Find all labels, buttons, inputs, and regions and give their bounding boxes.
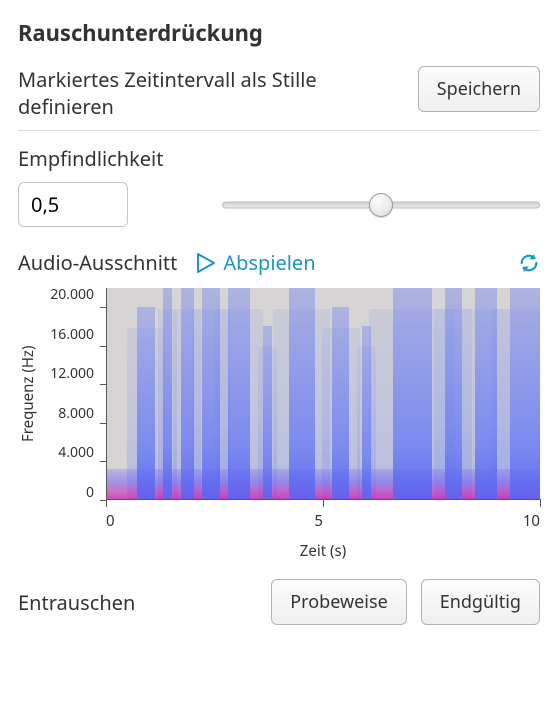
- y-axis-label: Frequenz (Hz): [18, 288, 38, 500]
- audio-clip-label: Audio-Ausschnitt: [18, 249, 177, 276]
- spectrogram-event: [475, 288, 497, 499]
- spectrogram-low-band: [107, 469, 540, 499]
- spectrogram-event: [228, 288, 250, 499]
- denoise-label: Entrauschen: [18, 589, 135, 616]
- spectrogram-event: [202, 288, 219, 499]
- panel-title: Rauschunterdrückung: [18, 18, 540, 48]
- preview-denoise-button[interactable]: Probeweise: [271, 579, 406, 625]
- x-tick-label: 5: [314, 511, 323, 531]
- noise-reduction-panel: Rauschunterdrückung Markiertes Zeitinter…: [0, 0, 558, 706]
- x-axis-ticks: 0 5 10: [106, 511, 540, 531]
- denoise-row: Entrauschen Probeweise Endgültig: [18, 579, 540, 625]
- slider-thumb[interactable]: [369, 193, 393, 217]
- sensitivity-input[interactable]: [18, 182, 128, 227]
- spectrogram-chart: Frequenz (Hz) 20.000 16.000 12.000 8.000 4.0…: [18, 288, 540, 561]
- sensitivity-slider[interactable]: [222, 193, 540, 217]
- spectrogram-event: [510, 288, 540, 499]
- y-axis-ticks: 20.000 16.000 12.000 8.000 4.000 0: [40, 288, 100, 500]
- y-tick-label: 8.000: [58, 407, 94, 421]
- play-button[interactable]: Abspielen: [197, 249, 315, 276]
- audio-clip-row: Audio-Ausschnitt Abspielen: [18, 249, 540, 276]
- spectrogram-event: [181, 288, 194, 499]
- spectrogram-event: [445, 288, 462, 499]
- spectrogram-event: [289, 288, 315, 499]
- x-tick-label: 0: [106, 511, 115, 531]
- y-tick-label: 12.000: [50, 367, 94, 381]
- y-tick-label: 0: [86, 486, 94, 500]
- refresh-button[interactable]: [518, 252, 540, 274]
- y-tick-label: 20.000: [50, 288, 94, 302]
- x-tick-label: 10: [523, 511, 540, 531]
- spectrogram-event: [393, 288, 432, 499]
- x-axis-label: Zeit (s): [106, 541, 540, 561]
- silence-label: Markiertes Zeitintervall als Stille defi…: [18, 66, 418, 120]
- final-denoise-button[interactable]: Endgültig: [421, 579, 540, 625]
- save-silence-button[interactable]: Speichern: [418, 66, 540, 112]
- play-icon: [197, 253, 215, 273]
- y-tick-label: 4.000: [58, 446, 94, 460]
- spectrogram-plot: [106, 288, 540, 500]
- spectrogram-event: [163, 288, 172, 499]
- sensitivity-label: Empfindlichkeit: [18, 145, 540, 172]
- sensitivity-control-row: [18, 182, 540, 227]
- play-label: Abspielen: [223, 249, 315, 276]
- y-tick-label: 16.000: [50, 328, 94, 342]
- x-axis-tick-marks: [106, 499, 540, 505]
- silence-row: Markiertes Zeitintervall als Stille defi…: [18, 66, 540, 131]
